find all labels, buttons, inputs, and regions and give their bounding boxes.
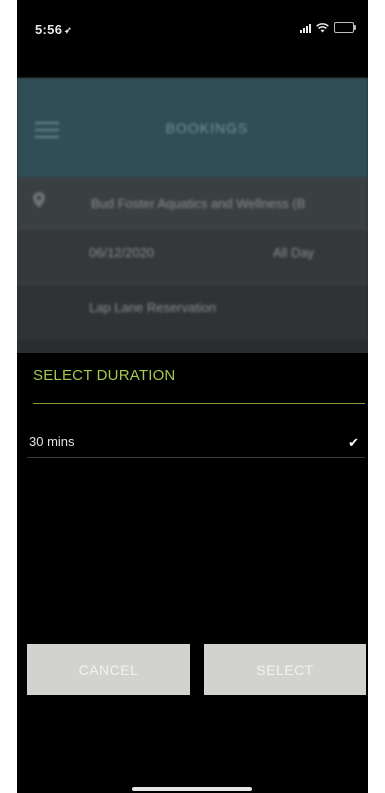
phone-screen: 5:56 ➶ BOOKINGS Bud Foster Aquatics and … (17, 0, 368, 793)
battery-icon (334, 22, 356, 33)
status-icons (300, 22, 356, 33)
date-row: 06/12/2020 All Day (17, 228, 368, 285)
location-row: Bud Foster Aquatics and Wellness (B (17, 178, 368, 235)
wifi-icon (316, 22, 329, 32)
header-title: BOOKINGS (165, 120, 249, 136)
duration-option-30-mins[interactable]: 30 mins ✔ (27, 429, 365, 458)
home-indicator[interactable] (132, 787, 252, 791)
status-time: 5:56 ➶ (35, 22, 72, 37)
reservation-type-text: Lap Lane Reservation (89, 300, 217, 315)
duration-option-label: 30 mins (29, 434, 75, 449)
status-time-text: 5:56 (35, 22, 63, 37)
signal-icon (300, 23, 311, 33)
background-screen: BOOKINGS Bud Foster Aquatics and Wellnes… (17, 78, 368, 353)
duration-picker-modal: SELECT DURATION 30 mins ✔ CANCEL SELECT (17, 353, 368, 793)
modal-title: SELECT DURATION (33, 367, 176, 384)
cancel-button[interactable]: CANCEL (27, 644, 190, 695)
checkmark-icon: ✔ (348, 435, 359, 450)
modal-divider (33, 403, 365, 404)
status-bar: 5:56 ➶ (17, 0, 368, 62)
location-pin-icon (33, 192, 45, 208)
hamburger-menu-icon (35, 122, 59, 138)
location-text: Bud Foster Aquatics and Wellness (B (91, 196, 306, 211)
time-range-text: All Day (273, 245, 315, 260)
location-arrow-icon: ➶ (64, 25, 73, 35)
reservation-type-row: Lap Lane Reservation (17, 283, 368, 340)
app-header: BOOKINGS (17, 78, 368, 178)
date-text: 06/12/2020 (89, 245, 155, 260)
select-button[interactable]: SELECT (204, 644, 366, 695)
